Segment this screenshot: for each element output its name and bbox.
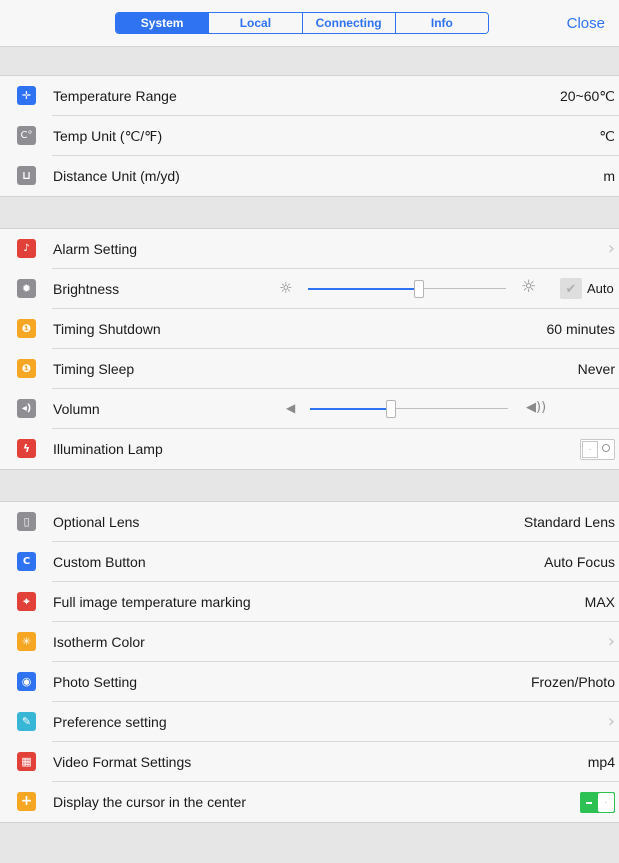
brightness-row: ✹ Brightness ☼ ☼ ✔ Auto: [0, 269, 619, 309]
temp-unit-row[interactable]: C° Temp Unit (℃/℉) ℃: [0, 116, 619, 156]
tab-info[interactable]: Info: [394, 13, 488, 33]
lamp-toggle[interactable]: ·: [580, 439, 615, 460]
chevron-right-icon: ›: [607, 238, 615, 259]
row-value: MAX: [584, 594, 615, 610]
row-label: Timing Shutdown: [53, 321, 161, 337]
celsius-icon: C°: [17, 126, 36, 145]
row-label: Custom Button: [53, 554, 146, 570]
temperature-marking-row[interactable]: ⌖ Full image temperature marking MAX: [0, 582, 619, 622]
sun-small-icon: ☼: [279, 279, 293, 297]
cursor-icon: +: [17, 792, 36, 811]
chevron-right-icon: ›: [607, 631, 615, 652]
row-label: Distance Unit (m/yd): [53, 168, 180, 184]
row-label: Isotherm Color: [53, 634, 145, 650]
temperature-range-row[interactable]: ✛ Temperature Range 20~60℃: [0, 76, 619, 116]
timing-sleep-row[interactable]: ❶ Timing Sleep Never: [0, 349, 619, 389]
slider-thumb[interactable]: [386, 400, 396, 418]
alarm-setting-row[interactable]: ♪ Alarm Setting ›: [0, 229, 619, 269]
row-label: Photo Setting: [53, 674, 138, 690]
custom-button-icon: C: [17, 552, 36, 571]
row-value: Auto Focus: [544, 554, 615, 570]
video-format-row[interactable]: ▦ Video Format Settings mp4: [0, 742, 619, 782]
row-value: m: [603, 168, 615, 184]
center-cursor-toggle[interactable]: ·: [580, 792, 615, 813]
slider-fill: [308, 288, 418, 290]
toggle-knob: ·: [582, 441, 598, 458]
chevron-right-icon: ›: [607, 711, 615, 732]
distance-unit-row[interactable]: ⊔ Distance Unit (m/yd) m: [0, 156, 619, 196]
brightness-icon: ✹: [17, 279, 36, 298]
timing-shutdown-row[interactable]: ❶ Timing Shutdown 60 minutes: [0, 309, 619, 349]
row-label: Video Format Settings: [53, 754, 192, 770]
ruler-icon: ⊔: [17, 166, 36, 185]
slider-track: [390, 408, 508, 409]
alarm-icon: ♪: [17, 239, 36, 258]
custom-button-row[interactable]: C Custom Button Auto Focus: [0, 542, 619, 582]
sun-large-icon: ☼: [521, 277, 537, 297]
tab-system[interactable]: System: [116, 13, 209, 33]
close-button[interactable]: Close: [567, 15, 605, 32]
auto-checkbox[interactable]: ✔: [560, 278, 582, 299]
row-value: Never: [577, 361, 615, 377]
imaging-group: ▯ Optional Lens Standard Lens C Custom B…: [0, 502, 619, 822]
row-value: Frozen/Photo: [530, 674, 615, 690]
volume-icon: ◂): [17, 399, 36, 418]
section-gap: [0, 47, 619, 76]
toggle-knob: ·: [598, 793, 614, 812]
isotherm-icon: ✳: [17, 632, 36, 651]
section-gap: [0, 469, 619, 502]
lamp-icon: ϟ: [17, 439, 36, 458]
isotherm-color-row[interactable]: ✳ Isotherm Color ›: [0, 622, 619, 662]
row-label: Alarm Setting: [53, 241, 138, 257]
row-label: Volumn: [53, 401, 100, 417]
center-cursor-row: + Display the cursor in the center ·: [0, 782, 619, 822]
video-icon: ▦: [17, 752, 36, 771]
row-label: Temperature Range: [53, 88, 177, 104]
slider-fill: [310, 408, 390, 410]
row-label: Temp Unit (℃/℉): [53, 128, 163, 144]
section-gap: [0, 196, 619, 229]
row-label: Display the cursor in the center: [53, 794, 246, 810]
slider-thumb[interactable]: [414, 280, 424, 298]
camera-icon: ◉: [17, 672, 36, 691]
photo-setting-row[interactable]: ◉ Photo Setting Frozen/Photo: [0, 662, 619, 702]
row-label: Brightness: [53, 281, 120, 297]
brightness-slider[interactable]: [308, 279, 506, 299]
speaker-loud-icon: ◀)): [526, 400, 547, 415]
row-label: Full image temperature marking: [53, 594, 251, 610]
slider-track: [418, 288, 506, 289]
illumination-lamp-row: ϟ Illumination Lamp ·: [0, 429, 619, 469]
row-value: 20~60℃: [559, 88, 615, 104]
tab-connecting[interactable]: Connecting: [301, 13, 395, 33]
tab-local[interactable]: Local: [208, 13, 302, 33]
wrench-icon: ✎: [17, 712, 36, 731]
row-label: Timing Sleep: [53, 361, 135, 377]
row-value: mp4: [587, 754, 615, 770]
toggle-off-indicator: [602, 444, 610, 452]
device-group: ♪ Alarm Setting › ✹ Brightness ☼ ☼ ✔ Aut…: [0, 229, 619, 469]
lens-icon: ▯: [17, 512, 36, 531]
toggle-on-indicator: [586, 802, 592, 804]
marking-icon: ⌖: [17, 592, 36, 611]
units-group: ✛ Temperature Range 20~60℃ C° Temp Unit …: [0, 76, 619, 196]
row-label: Illumination Lamp: [53, 441, 163, 457]
sleep-icon: ❶: [17, 359, 36, 378]
volume-slider[interactable]: [310, 399, 508, 419]
segmented-tabs: System Local Connecting Info: [115, 12, 489, 34]
row-label: Optional Lens: [53, 514, 140, 530]
preference-setting-row[interactable]: ✎ Preference setting ›: [0, 702, 619, 742]
auto-label: Auto: [587, 281, 614, 296]
bottom-band: [0, 822, 619, 863]
top-bar: System Local Connecting Info Close: [0, 0, 619, 47]
crosshair-icon: ✛: [17, 86, 36, 105]
timer-icon: ❶: [17, 319, 36, 338]
row-label: Preference setting: [53, 714, 167, 730]
speaker-mute-icon: ◀: [286, 401, 296, 415]
row-value: Standard Lens: [523, 514, 615, 530]
row-value: ℃: [599, 128, 615, 144]
volume-row: ◂) Volumn ◀ ◀)): [0, 389, 619, 429]
optional-lens-row[interactable]: ▯ Optional Lens Standard Lens: [0, 502, 619, 542]
row-value: 60 minutes: [546, 321, 615, 337]
